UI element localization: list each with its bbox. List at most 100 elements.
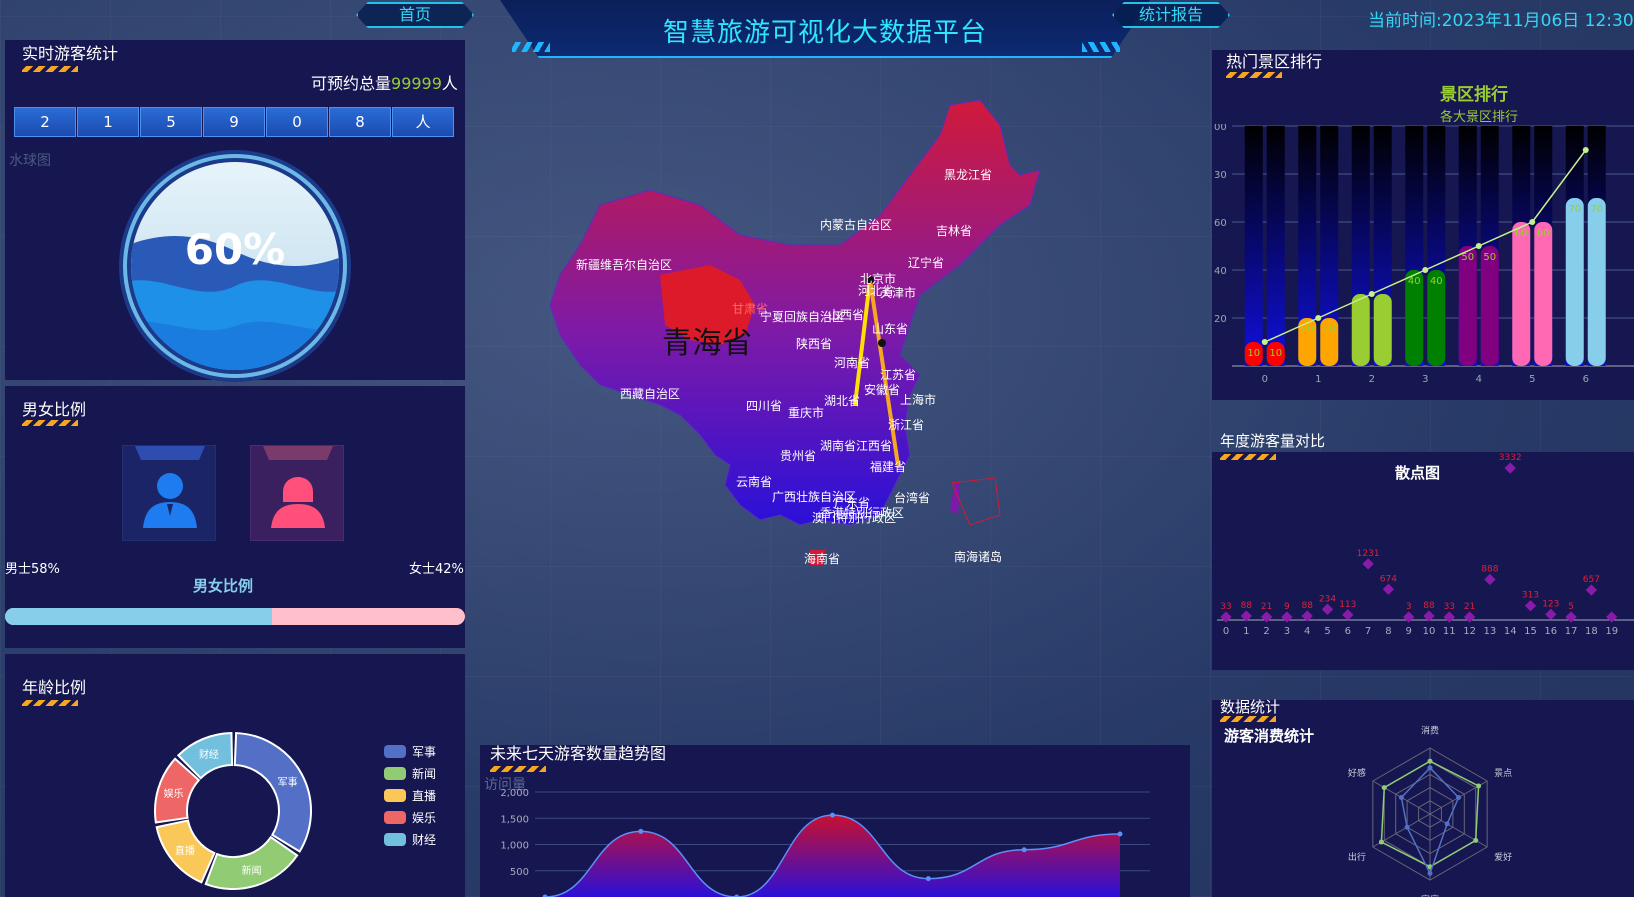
bar-y-tick-label: 40 [1214,266,1227,277]
annual-title: 年度游客量对比 [1220,432,1326,450]
bar [1587,198,1606,366]
age-title: 年龄比例 [22,678,87,697]
hot-title: 热门景区排行 [1226,52,1323,71]
bar-value-label: 70 [1568,204,1581,215]
legend-swatch [384,789,406,802]
scatter-point [1220,611,1232,623]
bar-value-label: 70 [1590,204,1603,215]
liquid-watermark: 水球图 [9,153,51,169]
radar-point [1381,785,1387,791]
home-button[interactable]: 首页 [356,2,474,28]
counter-unit: 人 [392,107,454,137]
map-label-sichuan: 四川省 [746,399,783,413]
radar-point [1473,837,1479,843]
bar-background [1266,126,1285,366]
visitor-counter: 2 1 5 9 0 8 人 [14,107,455,137]
counter-digit: 0 [266,107,328,137]
trend-point [1021,847,1027,853]
trend-title: 未来七天游客数量趋势图 [490,744,667,763]
gender-ratio-bar-male [5,608,272,625]
scatter-point [1484,573,1496,586]
capacity-suffix: 人 [441,74,458,93]
shandong-marker [878,339,886,347]
legend-swatch [384,767,406,780]
age-legend-item[interactable]: 军事 [384,743,436,760]
scatter-point-label: 3332 [1499,453,1522,463]
radar-point [1404,824,1410,830]
donut-slice-label: 财经 [199,748,219,761]
hot-chart-subtitle: 各大景区排行 [1440,110,1519,125]
map-label-heilongjiang: 黑龙江省 [944,168,993,182]
bar-x-tick-label: 1 [1315,374,1321,385]
radar-point [1427,870,1433,876]
scatter-x-tick-label: 12 [1463,626,1476,637]
map-label-guizhou: 贵州省 [780,449,817,463]
legend-label: 娱乐 [412,811,437,825]
capacity-text: 可预约总量99999人 [311,70,458,94]
consumption-radar-chart[interactable]: 消费景点爱好家庭 出行 好感 [1330,722,1530,897]
scatter-point-label: 3 [1406,602,1412,612]
trend-line-point [1422,267,1429,273]
radar-point [1427,758,1433,764]
liquid-fill-gauge[interactable]: 60% [115,146,355,386]
annual-scatter-chart[interactable]: 3308812129388423451136123176748398810331… [1212,452,1634,670]
bar-x-tick-label: 0 [1262,374,1268,385]
trend-line-point [1315,315,1322,321]
scatter-x-tick-label: 8 [1385,626,1391,637]
bar-y-tick-label: 30 [1214,170,1227,181]
map-label-xizang: 西藏自治区 [620,387,681,401]
radar-point [1378,839,1384,845]
age-legend-item[interactable]: 娱乐 [384,809,436,826]
bar-value-label: 30 [1376,300,1389,311]
scatter-point-label: 9 [1284,602,1290,612]
trend-y-tick-label: 500 [510,867,529,878]
scatter-point [1504,462,1516,474]
stats-chart-title: 游客消费统计 [1224,727,1315,745]
scatter-point-label: 123 [1542,599,1559,609]
map-label-henan: 河南省 [834,356,871,370]
bar-value-label: 60 [1537,228,1550,239]
title-stripes [1220,716,1276,722]
scatter-x-tick-label: 14 [1504,626,1517,637]
scatter-x-tick-label: 3 [1284,626,1290,637]
report-button[interactable]: 统计报告 [1112,2,1230,28]
hot-bar-chart[interactable]: 003060402010 10020 20130 30240 40350 50460 605… [1212,124,1634,404]
scatter-point [1585,584,1598,596]
age-donut-chart[interactable]: 军事新闻 直播 娱乐 财经 [145,725,325,897]
donut-slice [233,732,312,853]
scatter-x-tick-label: 19 [1605,626,1618,637]
map-label-neimenggu: 内蒙古自治区 [820,218,893,232]
radar-point [1398,795,1404,800]
scatter-x-tick-label: 1 [1243,626,1249,637]
scatter-point [1321,603,1334,615]
male-percent-label: 男士58% [5,562,60,577]
female-percent-label: 女士42% [409,562,464,577]
title-stripes [1226,72,1282,78]
bar-value-label: 40 [1430,276,1443,287]
gender-ratio-bar [5,608,465,625]
scatter-point-label: 88 [1301,601,1313,611]
age-legend-item[interactable]: 财经 [384,831,436,848]
hot-chart-title: 景区排行 [1440,85,1508,105]
age-legend-item[interactable]: 新闻 [384,765,436,782]
age-legend-item[interactable]: 直播 [384,787,436,804]
map-label-anhui: 安徽省 [864,383,901,397]
scatter-point-label: 33 [1220,602,1231,612]
scatter-point [1260,611,1273,623]
radar-indicator-label: 家庭 [1421,893,1439,897]
bar [1565,198,1584,366]
trend-line-point [1475,243,1482,249]
gender-chart-title: 男女比例 [193,577,254,595]
donut-slice-label: 直播 [175,844,195,857]
trend-point [1117,831,1123,837]
legend-label: 军事 [412,745,437,759]
title-stripes [22,66,78,72]
trend-area-chart[interactable]: 2,000 1,500 1,000 500 [480,770,1180,897]
bar-x-tick-label: 3 [1422,374,1428,385]
capacity-value: 99999 [391,74,442,93]
map-label-hongkong: 香港特别行政区 [820,506,905,520]
scatter-point [1342,609,1354,621]
bar-y-tick-label: 00 [1214,124,1227,133]
map-label-hunan: 湖南省 [820,439,857,453]
donut-slice-label: 军事 [278,776,298,789]
